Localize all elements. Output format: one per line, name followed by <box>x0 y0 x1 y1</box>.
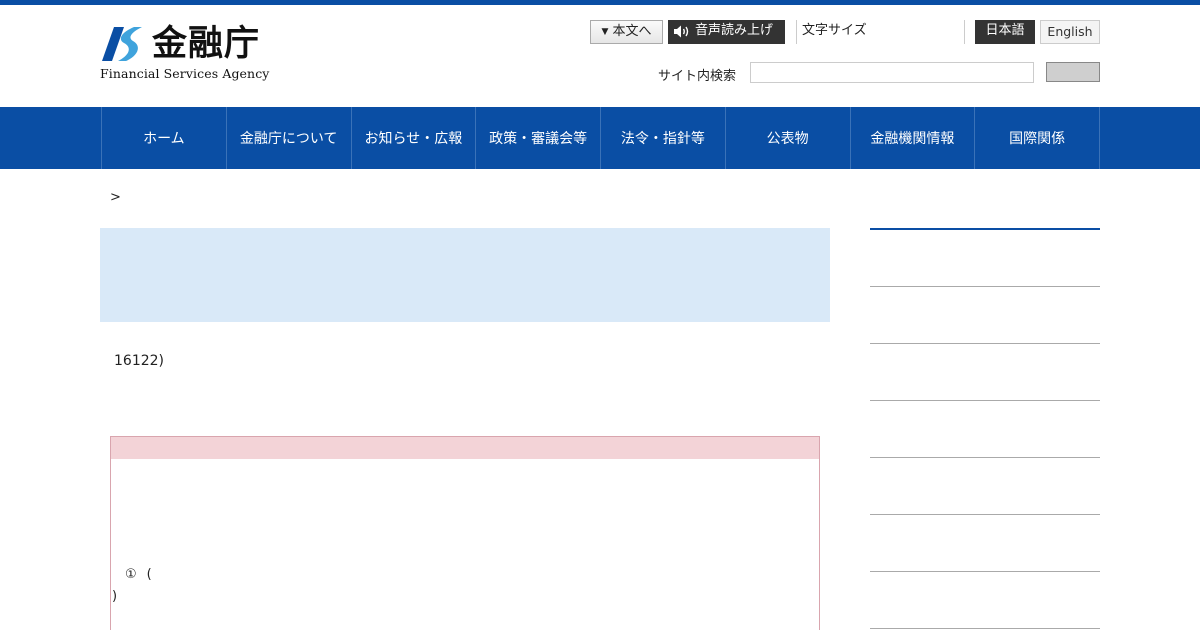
search-button[interactable] <box>1046 62 1100 82</box>
logo-text-en: Financial Services Agency <box>100 66 270 81</box>
main-nav-items: ホーム 金融庁について お知らせ・広報 政策・審議会等 法令・指針等 公表物 金… <box>101 107 1100 169</box>
notice-line-1: ①( <box>125 567 152 582</box>
notice-header <box>111 437 819 459</box>
triangle-down-icon: ▼ <box>601 27 609 37</box>
nav-item-about[interactable]: 金融庁について <box>227 107 352 169</box>
date-text: 16122) <box>114 353 164 369</box>
sidebar-item[interactable] <box>870 515 1100 572</box>
breadcrumb: > <box>110 190 121 205</box>
logo-text-jp: 金融庁 <box>152 24 261 64</box>
speaker-icon <box>674 25 689 38</box>
nav-item-laws[interactable]: 法令・指針等 <box>601 107 726 169</box>
lang-separator <box>964 20 965 44</box>
notice-open-paren: ( <box>146 567 152 582</box>
fsa-logo[interactable]: 金融庁 Financial Services Agency <box>100 24 280 84</box>
fsa-logo-mark-icon <box>102 27 142 61</box>
skip-to-content-button[interactable]: ▼ 本文へ <box>590 20 663 44</box>
search-input[interactable] <box>750 62 1034 83</box>
sidebar-item[interactable] <box>870 230 1100 287</box>
notice-marker: ① <box>125 567 137 582</box>
search-label: サイト内検索 <box>658 69 737 84</box>
skip-label: 本文へ <box>612 24 652 39</box>
lang-english-button[interactable]: English <box>1040 20 1100 44</box>
nav-item-international[interactable]: 国際関係 <box>975 107 1100 169</box>
top-rule <box>0 0 1200 5</box>
font-size-label: 文字サイズ <box>796 20 867 44</box>
sidebar-item[interactable] <box>870 344 1100 401</box>
sidebar-item[interactable] <box>870 458 1100 515</box>
notice-box: ①( ) <box>110 436 820 630</box>
sidebar-item[interactable] <box>870 572 1100 629</box>
nav-item-home[interactable]: ホーム <box>102 107 227 169</box>
main-nav: ホーム 金融庁について お知らせ・広報 政策・審議会等 法令・指針等 公表物 金… <box>0 107 1200 169</box>
sidebar-item[interactable] <box>870 401 1100 458</box>
page-title-box <box>100 228 830 322</box>
voice-label: 音声読み上げ <box>695 23 774 38</box>
voice-reading-button[interactable]: 音声読み上げ <box>668 20 785 44</box>
nav-item-publications[interactable]: 公表物 <box>726 107 851 169</box>
sidebar-item[interactable] <box>870 287 1100 344</box>
notice-line-2: ) <box>112 589 118 604</box>
nav-item-policy[interactable]: 政策・審議会等 <box>476 107 601 169</box>
nav-item-news[interactable]: お知らせ・広報 <box>352 107 477 169</box>
nav-item-institutions[interactable]: 金融機関情報 <box>851 107 976 169</box>
sidebar <box>870 228 1100 629</box>
lang-japanese-button[interactable]: 日本語 <box>975 20 1035 44</box>
